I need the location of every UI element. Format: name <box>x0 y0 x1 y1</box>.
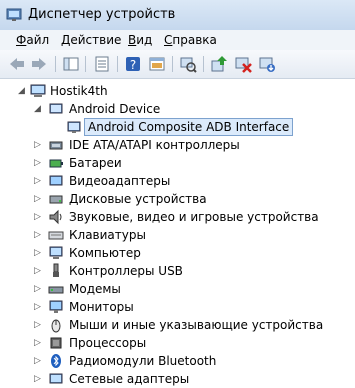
tree-node-video-adapters[interactable]: ▷ Видеоадаптеры <box>0 172 355 190</box>
monitor-icon <box>49 300 63 313</box>
display-adapter-icon <box>49 175 63 186</box>
expand-arrow-icon[interactable]: ▷ <box>34 303 42 312</box>
tree-node-label: Android Device <box>69 102 161 116</box>
processor-icon <box>50 337 62 349</box>
menu-file[interactable]: Файл <box>16 33 49 47</box>
expand-arrow-icon[interactable]: ▷ <box>34 141 42 150</box>
toolbar-separator <box>55 56 56 72</box>
expand-arrow-icon[interactable]: ▷ <box>34 249 42 258</box>
update-driver-icon[interactable] <box>210 55 228 73</box>
tree-node-label: Батареи <box>69 156 122 170</box>
expand-arrow-icon[interactable]: ▷ <box>34 213 42 222</box>
tree-node-modems[interactable]: ▷ Модемы <box>0 280 355 298</box>
menu-help[interactable]: Справка <box>164 33 217 47</box>
tree-node-label: IDE ATA/ATAPI контроллеры <box>69 138 240 152</box>
device-tree: ◢ Hostik4th ◢ Android Device Android Com… <box>0 79 355 386</box>
network-adapter-icon <box>49 373 63 384</box>
forward-icon[interactable] <box>30 55 48 73</box>
tree-node-label: Контроллеры USB <box>69 264 183 278</box>
tree-node-network-adapters[interactable]: ▷ Сетевые адаптеры <box>0 370 355 388</box>
computer-icon <box>49 246 63 259</box>
expand-arrow-icon[interactable]: ▷ <box>34 339 42 348</box>
computer-icon <box>30 84 46 97</box>
tree-root[interactable]: ◢ Hostik4th <box>0 82 355 100</box>
tree-node-batteries[interactable]: ▷ Батареи <box>0 154 355 172</box>
tree-node-usb[interactable]: ▷ Контроллеры USB <box>0 262 355 280</box>
speaker-icon <box>49 209 62 225</box>
toolbar-separator <box>85 56 86 72</box>
disk-drive-icon <box>49 195 63 204</box>
tree-node-keyboards[interactable]: ▷ Клавиатуры <box>0 226 355 244</box>
expand-arrow-icon[interactable]: ▷ <box>34 267 42 276</box>
menu-action[interactable]: Действие <box>61 33 121 47</box>
collapse-arrow-icon[interactable]: ◢ <box>34 105 42 114</box>
toolbar-separator <box>117 56 118 72</box>
properties-icon[interactable] <box>93 55 111 73</box>
disable-device-icon[interactable] <box>234 55 252 73</box>
help-icon[interactable]: ? <box>124 55 142 73</box>
title-bar: Диспетчер устройств <box>0 0 355 31</box>
ide-controller-icon <box>49 141 63 150</box>
tree-node-label: Клавиатуры <box>69 228 146 242</box>
window-title: Диспетчер устройств <box>28 7 176 22</box>
view-console-icon[interactable] <box>148 55 166 73</box>
tree-node-computer[interactable]: ▷ Компьютер <box>0 244 355 262</box>
toolbar-separator <box>172 56 173 72</box>
menu-view[interactable]: Вид <box>128 33 152 47</box>
tree-node-label-selected: Android Composite ADB Interface <box>84 118 294 136</box>
tree-node-monitors[interactable]: ▷ Мониторы <box>0 298 355 316</box>
device-manager-app-icon <box>6 8 22 21</box>
tree-node-label: Дисковые устройства <box>69 192 207 206</box>
expand-arrow-icon[interactable]: ▷ <box>34 375 42 384</box>
uninstall-device-icon[interactable] <box>258 55 276 73</box>
tree-node-label: Компьютер <box>69 246 141 260</box>
battery-icon <box>49 159 63 168</box>
tree-node-sound[interactable]: ▷ Звуковые, видео и игровые устройства <box>0 208 355 226</box>
android-adb-device-icon <box>67 121 81 133</box>
toolbar: ? <box>0 50 355 79</box>
usb-icon <box>53 263 59 277</box>
scan-hardware-icon[interactable] <box>179 55 197 73</box>
tree-node-label: Процессоры <box>69 336 147 350</box>
expand-arrow-icon[interactable]: ▷ <box>34 231 42 240</box>
show-hide-tree-icon[interactable] <box>62 55 80 73</box>
expand-arrow-icon[interactable]: ▷ <box>34 177 42 186</box>
tree-node-label: Сетевые адаптеры <box>69 372 190 386</box>
tree-node-processors[interactable]: ▷ Процессоры <box>0 334 355 352</box>
expand-arrow-icon[interactable]: ▷ <box>34 357 42 366</box>
expand-arrow-icon[interactable]: ▷ <box>34 285 42 294</box>
toolbar-separator <box>203 56 204 72</box>
expand-arrow-icon[interactable]: ▷ <box>34 195 42 204</box>
mouse-icon <box>51 319 61 333</box>
tree-node-label: Мониторы <box>69 300 134 314</box>
tree-node-label: Звуковые, видео и игровые устройства <box>69 210 319 224</box>
tree-node-android-composite-adb[interactable]: Android Composite ADB Interface <box>0 118 355 136</box>
collapse-arrow-icon[interactable]: ◢ <box>18 87 26 96</box>
tree-node-ide[interactable]: ▷ IDE ATA/ATAPI контроллеры <box>0 136 355 154</box>
modem-icon <box>48 286 64 294</box>
tree-node-disk-drives[interactable]: ▷ Дисковые устройства <box>0 190 355 208</box>
tree-node-bluetooth[interactable]: ▷ Радиомодули Bluetooth <box>0 352 355 370</box>
keyboard-icon <box>48 231 64 240</box>
tree-node-label: Мыши и иные указывающие устройства <box>69 318 324 332</box>
menu-bar: Файл Действие Вид Справка <box>0 30 355 51</box>
back-icon[interactable] <box>8 55 26 73</box>
android-device-icon <box>49 103 63 114</box>
tree-root-label: Hostik4th <box>50 84 108 98</box>
expand-arrow-icon[interactable]: ▷ <box>34 159 42 168</box>
tree-node-label: Видеоадаптеры <box>69 174 171 188</box>
tree-node-label: Модемы <box>69 282 121 296</box>
expand-arrow-icon[interactable]: ▷ <box>34 321 42 330</box>
tree-node-label: Радиомодули Bluetooth <box>69 354 217 368</box>
tree-node-mice[interactable]: ▷ Мыши и иные указывающие устройства <box>0 316 355 334</box>
tree-node-android-device[interactable]: ◢ Android Device <box>0 100 355 118</box>
svg-text:?: ? <box>130 58 136 72</box>
bluetooth-icon <box>51 354 61 368</box>
